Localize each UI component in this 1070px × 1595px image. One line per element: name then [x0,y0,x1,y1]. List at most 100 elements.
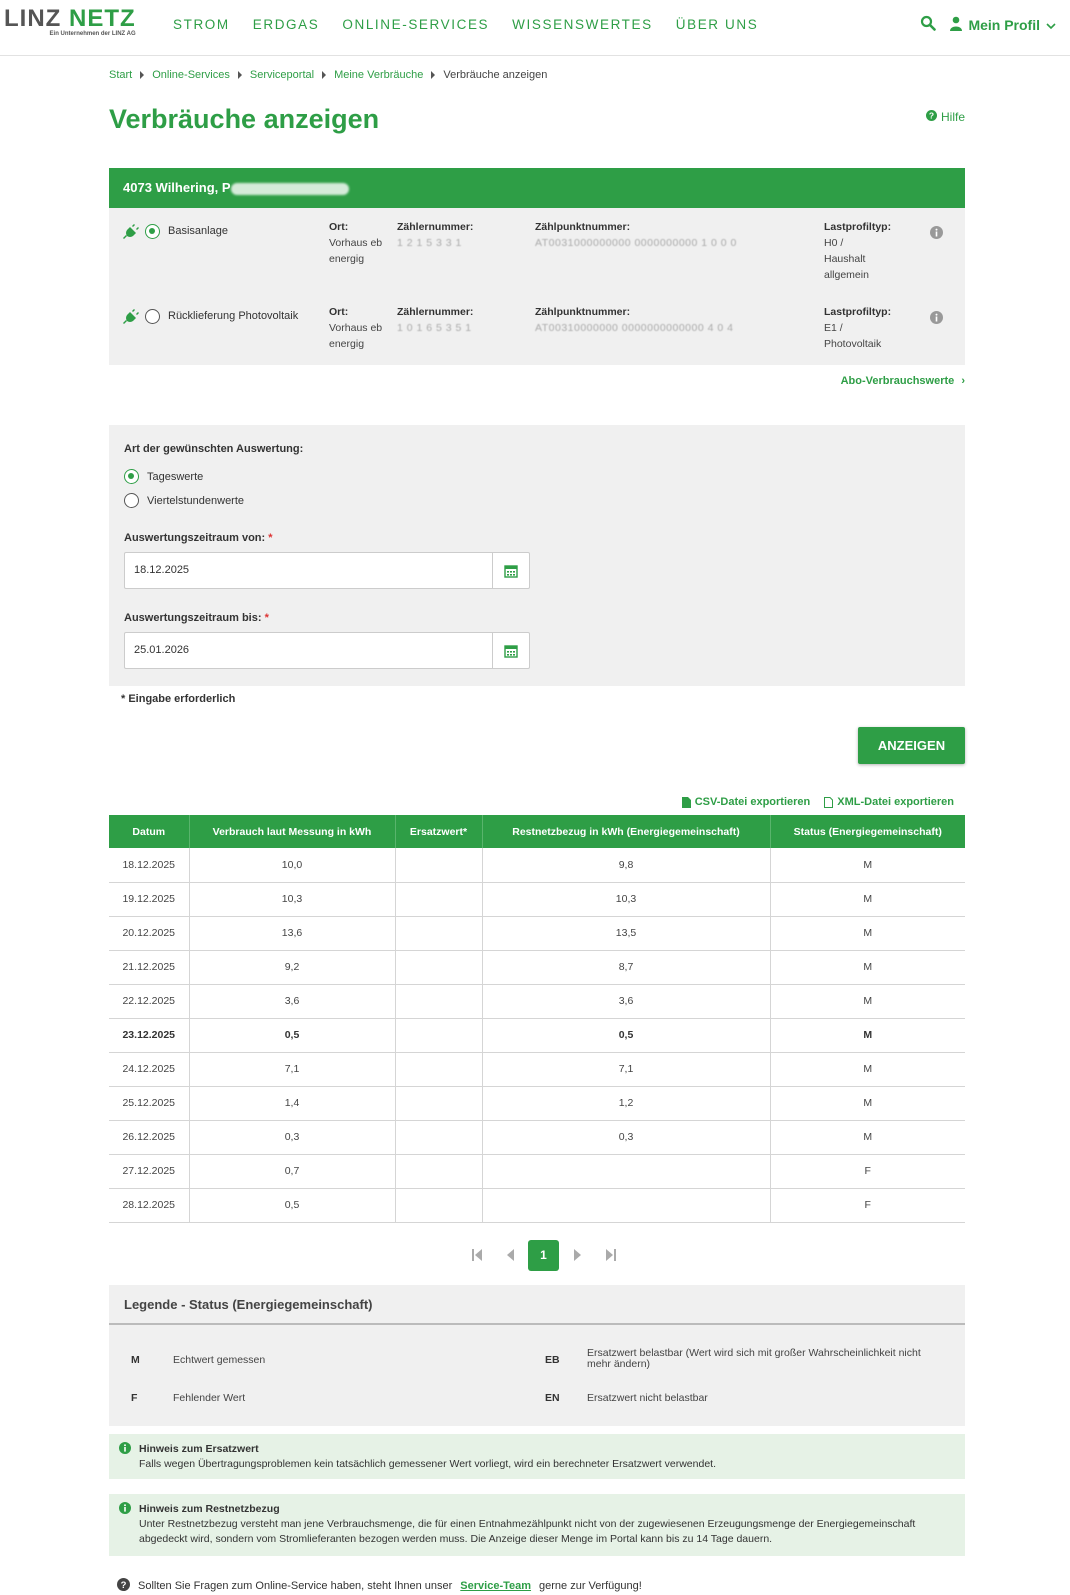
legend-text: Echtwert gemessen [173,1354,266,1366]
page-current[interactable]: 1 [528,1239,559,1271]
help-label: Hilfe [940,110,965,124]
cell-restnetzbezug: 13,5 [482,916,771,951]
question-icon: ? [117,1578,130,1594]
radio-tageswerte[interactable] [124,469,139,484]
required-star: * [264,612,269,624]
radio-viertelstundenwerte[interactable] [124,493,139,508]
cell-restnetzbezug [482,1188,771,1223]
table-row: 26.12.2025 0,3 0,3 M [109,1120,965,1155]
nav-online-services[interactable]: ONLINE-SERVICES [342,17,489,32]
date-to-input[interactable]: 25.01.2026 [124,632,530,669]
cell-verbrauch: 10,0 [189,848,396,883]
cell-verbrauch: 0,5 [189,1188,396,1223]
lastprofil-column: Lastprofiltyp: E1 / Photovoltaik [824,304,891,352]
breadcrumb-separator-icon [237,71,242,79]
info-icon[interactable] [930,311,943,327]
option-tageswerte[interactable]: Tageswerte [124,469,203,484]
zaehler-column: Zählernummer: 1 2 1 5 3 3 1 [397,219,473,251]
cell-status: M [770,916,965,951]
cell-verbrauch: 3,6 [189,984,396,1019]
cell-datum: 24.12.2025 [109,1052,190,1087]
cell-ersatzwert [395,1018,483,1053]
legend-code: EB [545,1354,560,1366]
from-label: Auswertungszeitraum von: * [124,532,273,544]
col-restnetzbezug[interactable]: Restnetzbezug in kWh (Energiegemeinschaf… [482,815,771,848]
ort-label: Ort: [329,221,349,233]
breadcrumb-meine-verbraeuche[interactable]: Meine Verbräuche [334,69,423,81]
table-row: 22.12.2025 3,6 3,6 M [109,984,965,1019]
file-icon [681,796,691,808]
next-page-icon[interactable] [561,1239,594,1271]
installation-row-basisanlage[interactable]: Basisanlage Ort: Vorhaus eb energig Zähl… [109,208,965,288]
ort-column: Ort: Vorhaus eb energig [329,304,382,352]
service-team-link[interactable]: Service-Team [460,1580,531,1592]
art-label: Art der gewünschten Auswertung: [124,443,304,455]
cell-restnetzbezug: 3,6 [482,984,771,1019]
breadcrumb-online-services[interactable]: Online-Services [152,69,230,81]
user-icon [950,16,963,34]
abo-verbrauchswerte-link[interactable]: Abo-Verbrauchswerte › [841,375,965,387]
installation-name: Basisanlage [168,225,228,237]
linz-netz-logo[interactable]: LINZ NETZ Ein Unternehmen der LINZ AG [4,7,136,38]
cell-restnetzbezug: 8,7 [482,950,771,985]
info-icon[interactable] [930,226,943,242]
cell-datum: 18.12.2025 [109,848,190,883]
search-icon[interactable] [920,15,937,34]
col-datum[interactable]: Datum [109,815,190,848]
cell-ersatzwert [395,1188,483,1223]
nav-strom[interactable]: STROM [173,17,230,32]
nav-ueber-uns[interactable]: ÜBER UNS [676,17,759,32]
cell-verbrauch: 1,4 [189,1086,396,1121]
note-text: Unter Restnetzbezug versteht man jene Ve… [139,1518,916,1545]
csv-export-label: CSV-Datei exportieren [694,796,811,808]
radio-basisanlage[interactable] [145,224,160,239]
calendar-icon[interactable] [492,553,529,588]
profile-menu[interactable]: Mein Profil [950,16,1056,34]
nav-wissenswertes[interactable]: WISSENSWERTES [512,17,653,32]
cell-ersatzwert [395,984,483,1019]
anzeigen-button[interactable]: ANZEIGEN [858,727,965,764]
zaehler-label: Zählernummer: [397,306,474,318]
date-from-input[interactable]: 18.12.2025 [124,552,530,589]
chevron-down-icon [1046,17,1056,33]
first-page-icon[interactable] [460,1239,493,1271]
breadcrumb-serviceportal[interactable]: Serviceportal [250,69,314,81]
zaehlpunkt-value: AT0031000000000 0000000000 1 0 0 0 [535,237,737,249]
cell-restnetzbezug: 0,5 [482,1018,771,1053]
calendar-icon[interactable] [492,633,529,668]
option-viertelstundenwerte[interactable]: Viertelstundenwerte [124,493,244,508]
date-to-value: 25.01.2026 [134,644,190,656]
cell-status: M [770,1120,965,1155]
radio-photovoltaik[interactable] [145,309,160,324]
question-icon: ? [925,110,937,124]
cell-restnetzbezug: 0,3 [482,1120,771,1155]
xml-export-link[interactable]: XML-Datei exportieren [824,796,954,808]
col-ersatzwert[interactable]: Ersatzwert* [395,815,483,848]
site-header: LINZ NETZ Ein Unternehmen der LINZ AG ST… [0,0,1070,56]
zaehler-value: 1 2 1 5 3 3 1 [397,237,462,249]
status-legend: Legende - Status (Energiegemeinschaft) M… [109,1285,965,1426]
legend-text: Ersatzwert nicht belastbar [587,1392,708,1404]
help-link[interactable]: ? Hilfe [925,110,965,124]
lastprofil-line: Photovoltaik [824,338,882,350]
last-page-icon[interactable] [594,1239,627,1271]
lastprofil-line: allgemein [824,269,869,281]
cell-ersatzwert [395,950,483,985]
zaehler-column: Zählernummer: 1 0 1 6 5 3 5 1 [397,304,473,336]
col-status[interactable]: Status (Energiegemeinschaft) [770,815,965,848]
xml-export-label: XML-Datei exportieren [837,796,954,808]
table-row: 25.12.2025 1,4 1,2 M [109,1086,965,1121]
footer-text: Sollten Sie Fragen zum Online-Service ha… [138,1580,453,1592]
col-verbrauch[interactable]: Verbrauch laut Messung in kWh [189,815,396,848]
nav-erdgas[interactable]: ERDGAS [253,17,320,32]
breadcrumb-separator-icon [322,71,327,79]
evaluation-form: Art der gewünschten Auswertung: Tageswer… [109,425,965,686]
csv-export-link[interactable]: CSV-Datei exportieren [681,796,811,808]
required-note: * Eingabe erforderlich [121,693,236,705]
prev-page-icon[interactable] [493,1239,526,1271]
lastprofil-line: E1 / [824,322,843,334]
breadcrumb-start[interactable]: Start [109,69,132,81]
lastprofil-column: Lastprofiltyp: H0 / Haushalt allgemein [824,219,891,283]
installation-row-photovoltaik[interactable]: Rücklieferung Photovoltaik Ort: Vorhaus … [109,293,965,373]
plug-icon [123,309,139,328]
